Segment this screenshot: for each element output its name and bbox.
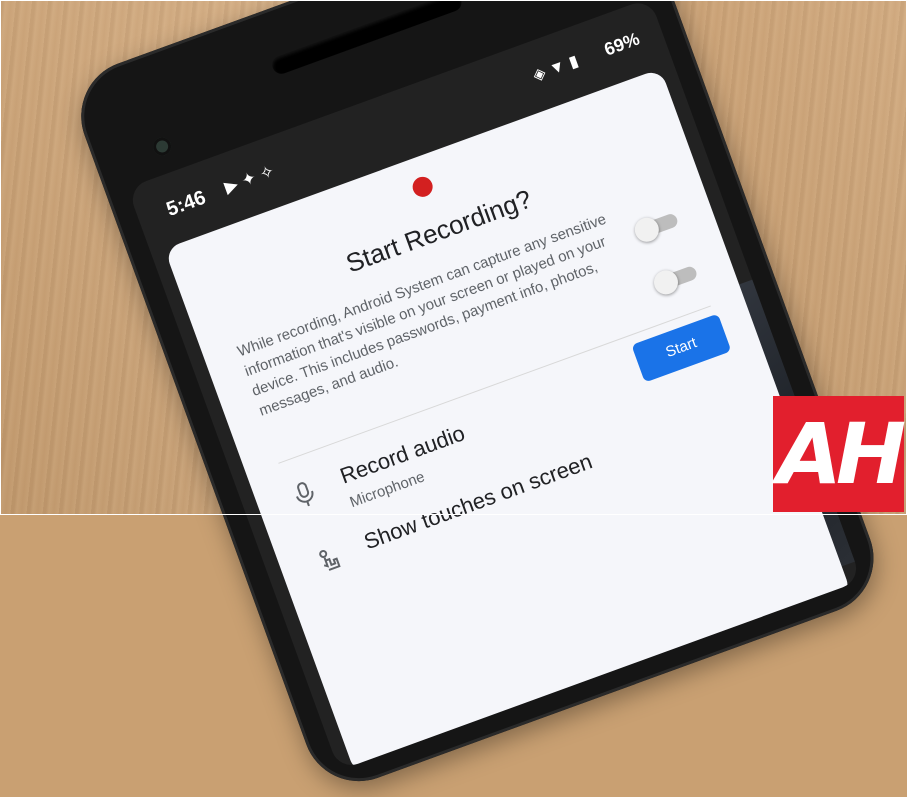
- start-button[interactable]: Start: [631, 313, 732, 383]
- record-audio-toggle[interactable]: [631, 212, 680, 246]
- status-time: 5:46: [163, 186, 209, 221]
- record-dot-icon: [409, 174, 436, 200]
- system-icons: ◈▼▮: [530, 49, 586, 86]
- ah-logo: AH: [773, 396, 906, 512]
- front-camera: [150, 134, 174, 159]
- touch-icon: [311, 543, 347, 579]
- toggle-knob: [631, 214, 663, 246]
- show-touches-toggle[interactable]: [650, 264, 699, 298]
- toggle-knob: [650, 266, 682, 298]
- battery-percent: 69%: [601, 28, 643, 60]
- ah-logo-text: AH: [776, 405, 906, 503]
- microphone-icon: [287, 478, 323, 514]
- notification-icons: ▶✦✧: [222, 160, 282, 198]
- earpiece-speaker: [269, 0, 464, 77]
